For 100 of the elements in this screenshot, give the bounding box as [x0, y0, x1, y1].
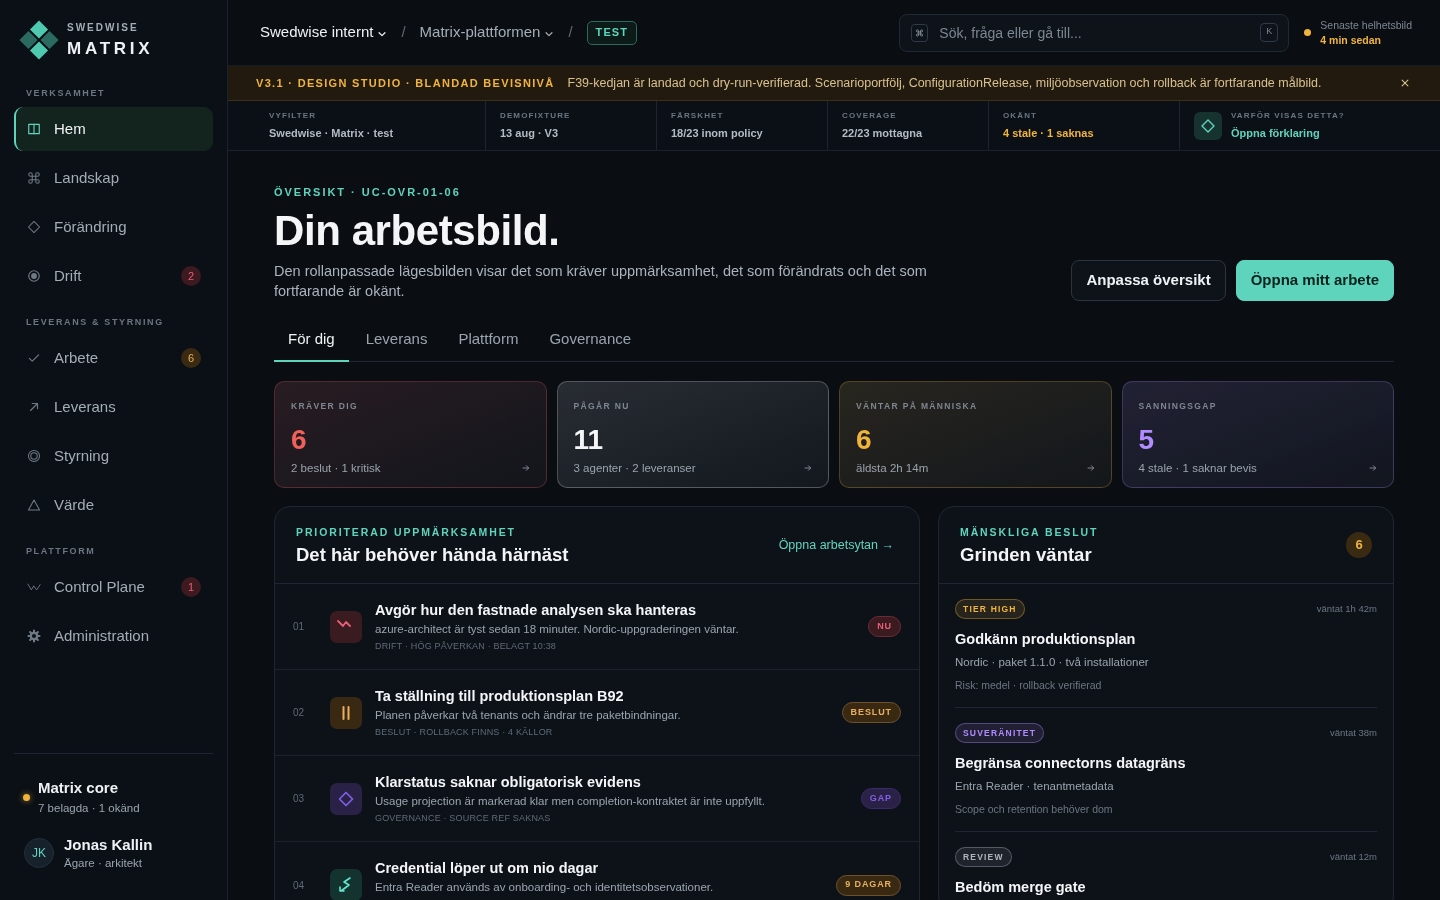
radio-icon: [27, 269, 41, 283]
gear-icon: [27, 629, 41, 643]
arrow-right-icon: [804, 464, 812, 472]
category-tag: TIER HIGH: [955, 599, 1025, 619]
task-title: Klarstatus saknar obligatorisk evidens: [375, 773, 642, 792]
arrow-up-right-icon: [27, 400, 41, 414]
row-number: 04: [293, 878, 306, 893]
status-badge: NU: [868, 616, 901, 637]
task-description: azure-architect är tyst sedan 18 minuter. Nordic-uppgraderingen väntar.: [375, 622, 740, 637]
triangle-icon: [27, 498, 41, 512]
panel-title: Det här behöver hända härnäst: [296, 543, 569, 567]
stat-detail: 2 beslut · 1 kritisk: [291, 461, 381, 476]
sidebar-item[interactable]: Landskap: [14, 156, 213, 200]
info-label: DEMOFIXTURE: [500, 110, 571, 121]
section-label: LEVERANS & STYRNING: [25, 316, 165, 328]
diamond-icon: [27, 220, 41, 234]
user-name: Jonas Kallin: [64, 835, 153, 855]
sidebar-item[interactable]: Administration: [14, 614, 213, 658]
stat-detail: 3 agenter · 2 leveranser: [573, 461, 696, 476]
sidebar-item[interactable]: Styrning: [14, 434, 213, 478]
wait-time: väntat 38m: [1330, 725, 1377, 740]
diamond-tile-icon: [1194, 111, 1222, 140]
task-description: Planen påverkar två tenants och ändrar tre paketbindningar.: [375, 708, 682, 723]
explanation-link[interactable]: Öppna förklaring: [1231, 126, 1345, 141]
task-title: Ta ställning till produktionsplan B92: [375, 687, 625, 706]
wait-time: väntat 1h 42m: [1316, 601, 1377, 616]
stat-label: PÅGÅR NU: [573, 401, 631, 412]
status-badge: BESLUT: [841, 702, 901, 723]
command-key-icon: [911, 23, 929, 42]
panel-eyebrow: PRIORITERAD UPPMÄRKSAMHET: [296, 525, 517, 539]
sidebar-item[interactable]: Hem: [14, 107, 213, 151]
section-label: PLATTFORM: [25, 545, 97, 557]
environment-tag: TEST: [586, 20, 638, 45]
tab[interactable]: Governance: [535, 319, 646, 362]
breadcrumb-menu[interactable]: Matrix-plattformen: [419, 21, 555, 44]
info-value: 18/23 inom policy: [671, 126, 763, 141]
concentric-circles-icon: [27, 449, 41, 463]
sidebar-item[interactable]: Leverans: [14, 385, 213, 429]
arrow-right-icon: [1369, 464, 1377, 472]
page-title: Din arbetsbild.: [274, 207, 561, 255]
stat-detail: äldsta 2h 14m: [856, 461, 929, 476]
tab[interactable]: För dig: [274, 319, 349, 362]
task-title: Avgör hur den fastnade analysen ska hanteras: [375, 601, 697, 620]
count-badge: 6: [181, 348, 201, 368]
stat-label: KRÄVER DIG: [291, 401, 359, 412]
freshness-value: 4 min sedan: [1320, 32, 1383, 48]
breadcrumb-menu[interactable]: Swedwise internt: [260, 21, 388, 44]
stat-card[interactable]: KRÄVER DIG 6 2 beslut · 1 kritisk: [274, 381, 547, 488]
info-label: OKÄNT: [1003, 110, 1039, 121]
info-value: 22/23 mottagna: [842, 126, 923, 141]
count-badge: 1: [181, 577, 201, 597]
workspace-name: Matrix core: [38, 778, 120, 798]
row-number: 01: [293, 620, 306, 634]
brand-eyebrow: SWEDWISE: [67, 20, 140, 34]
freshness-label: Senaste helhetsbild: [1320, 17, 1412, 33]
sidebar-item[interactable]: Förändring: [14, 205, 213, 249]
breadcrumb-separator: /: [401, 22, 406, 43]
count-badge: 2: [181, 266, 201, 286]
secondary-button[interactable]: Anpassa översikt: [1071, 260, 1226, 301]
category-tag: REVIEW: [955, 847, 1012, 867]
stat-card[interactable]: SANNINGSGAP 5 4 stale · 1 saknar bevis: [1121, 381, 1394, 488]
task-meta: GOVERNANCE · SOURCE REF SAKNAS: [375, 812, 552, 825]
status-badge: GAP: [860, 788, 901, 809]
tab[interactable]: Leverans: [351, 319, 442, 362]
stat-card[interactable]: PÅGÅR NU 11 3 agenter · 2 leveranser: [556, 381, 829, 488]
info-label: FÄRSKHET: [671, 110, 725, 121]
stat-label: SANNINGSGAP: [1138, 401, 1218, 412]
count-badge: 6: [1346, 532, 1372, 558]
category-tag: SUVERÄNITET: [955, 723, 1045, 743]
status-badge: 9 DAGAR: [836, 874, 901, 896]
workspace-detail: 7 belagda · 1 okänd: [38, 801, 140, 816]
banner-message: F39-kedjan är landad och dry-run-verifierad. Scenarioportfölj, ConfigurationRelease, miljöobservation och rollback är fortfarande målbild.: [567, 74, 1322, 92]
command-icon: [27, 171, 41, 185]
stat-card[interactable]: VÄNTAR PÅ MÄNNISKA 6 äldsta 2h 14m: [839, 381, 1112, 488]
columns-icon: [27, 122, 41, 136]
brand-name: MATRIX: [67, 37, 154, 60]
stat-value: 5: [1138, 424, 1156, 456]
info-value: 13 aug · V3: [500, 126, 560, 141]
row-number: 02: [293, 706, 306, 720]
stat-value: 6: [291, 424, 308, 456]
stat-label: VÄNTAR PÅ MÄNNISKA: [856, 401, 979, 412]
task-meta: DRIFT · HÖG PÅVERKAN · BELAGT 10:38: [375, 640, 558, 653]
decision-title: Bedöm merge gate: [955, 878, 1087, 897]
info-value: Swedwise · Matrix · test: [269, 126, 394, 141]
diamond-cluster-logo-icon: [18, 19, 60, 61]
stat-value: 6: [856, 424, 873, 456]
panel-title: Grinden väntar: [960, 543, 1093, 567]
user-avatar: JK: [24, 838, 54, 868]
primary-button[interactable]: Öppna mitt arbete: [1235, 260, 1394, 301]
stat-detail: 4 stale · 1 saknar bevis: [1138, 461, 1257, 476]
sidebar-item[interactable]: Värde: [14, 483, 213, 527]
workspace-link[interactable]: Öppna arbetsytan →: [778, 535, 894, 555]
decision-detail: Entra Reader · tenantmetadata: [955, 779, 1115, 794]
info-label: COVERAGE: [842, 110, 898, 121]
tab[interactable]: Plattform: [444, 319, 533, 362]
stat-value: 11: [573, 424, 605, 456]
banner-label: V3.1 · DESIGN STUDIO · BLANDAD BEVISNIVÅ: [256, 75, 555, 91]
decision-detail: Nordic · paket 1.1.0 · två installationer: [955, 655, 1150, 670]
close-icon[interactable]: [1400, 78, 1410, 88]
decision-note: Scope och retention behöver dom: [955, 802, 1114, 817]
